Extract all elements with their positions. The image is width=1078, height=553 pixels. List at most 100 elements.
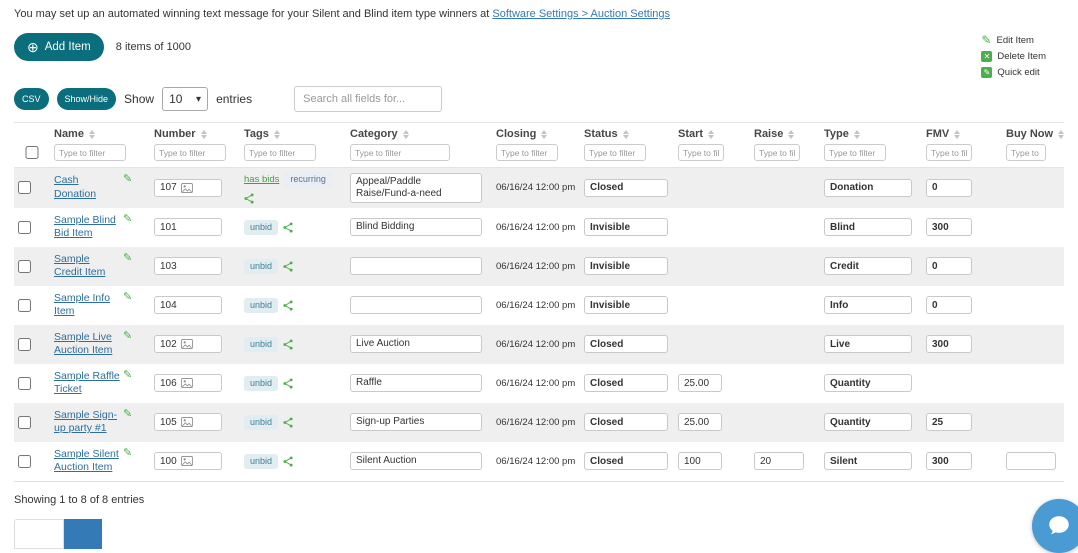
status-field[interactable]: Closed: [584, 335, 668, 354]
column-header-fmv[interactable]: FMV: [926, 128, 998, 140]
column-header-buy-now[interactable]: Buy Now: [1006, 128, 1065, 140]
row-checkbox[interactable]: [18, 259, 31, 273]
status-field[interactable]: Invisible: [584, 257, 668, 276]
row-checkbox[interactable]: [18, 181, 31, 195]
pagination-page-button[interactable]: [64, 519, 102, 549]
filter-input-category[interactable]: [350, 144, 450, 161]
status-field[interactable]: Closed: [584, 413, 668, 432]
filter-input-closing[interactable]: [496, 144, 558, 161]
status-field[interactable]: Invisible: [584, 218, 668, 237]
fmv-field[interactable]: 300: [926, 452, 972, 471]
edit-item-icon[interactable]: ✎: [123, 174, 132, 185]
fmv-field[interactable]: 25: [926, 413, 972, 432]
filter-input-buy-now[interactable]: [1006, 144, 1046, 161]
fmv-field[interactable]: 0: [926, 296, 972, 315]
item-name-link[interactable]: Sample Info Item: [54, 292, 120, 319]
type-field[interactable]: Live: [824, 335, 912, 354]
start-field[interactable]: 25.00: [678, 413, 722, 432]
column-header-number[interactable]: Number: [154, 128, 236, 140]
status-field[interactable]: Closed: [584, 452, 668, 471]
edit-item-icon[interactable]: ✎: [123, 213, 132, 225]
type-field[interactable]: Info: [824, 296, 912, 315]
column-header-raise[interactable]: Raise: [754, 128, 816, 140]
start-field[interactable]: 100: [678, 452, 722, 471]
item-name-link[interactable]: Cash Donation: [54, 174, 120, 201]
item-name-link[interactable]: Sample Blind Bid Item: [54, 214, 120, 241]
item-number-field[interactable]: 102: [154, 335, 222, 354]
filter-input-number[interactable]: [154, 144, 226, 161]
row-checkbox[interactable]: [18, 220, 31, 234]
raise-field[interactable]: 20: [754, 452, 804, 471]
column-header-start[interactable]: Start: [678, 128, 746, 140]
column-header-status[interactable]: Status: [584, 128, 670, 140]
has-bids-link[interactable]: has bids: [244, 174, 279, 185]
column-header-category[interactable]: Category: [350, 128, 488, 140]
share-icon[interactable]: [283, 378, 293, 389]
edit-item-icon[interactable]: ✎: [123, 447, 132, 459]
item-name-link[interactable]: Sample Raffle Ticket: [54, 370, 120, 397]
row-checkbox[interactable]: [18, 454, 31, 468]
type-field[interactable]: Blind: [824, 218, 912, 237]
start-field[interactable]: 25.00: [678, 374, 722, 393]
type-field[interactable]: Credit: [824, 257, 912, 276]
select-all-checkbox[interactable]: [18, 146, 46, 159]
share-icon[interactable]: [283, 417, 293, 428]
type-field[interactable]: Silent: [824, 452, 912, 471]
column-header-tags[interactable]: Tags: [244, 128, 342, 140]
row-checkbox[interactable]: [18, 376, 31, 390]
item-name-link[interactable]: Sample Credit Item: [54, 253, 120, 280]
item-name-link[interactable]: Sample Sign-up party #1: [54, 409, 120, 436]
item-number-field[interactable]: 104: [154, 296, 222, 315]
edit-item-icon[interactable]: ✎: [123, 330, 132, 342]
category-field[interactable]: [350, 257, 482, 276]
show-hide-button[interactable]: Show/Hide: [56, 88, 117, 110]
buy-now-field[interactable]: [1006, 452, 1056, 471]
item-number-field[interactable]: 101: [154, 218, 222, 237]
row-checkbox[interactable]: [18, 298, 31, 312]
edit-item-icon[interactable]: ✎: [123, 252, 132, 264]
add-item-button[interactable]: ⊕ Add Item: [14, 33, 104, 61]
item-number-field[interactable]: 105: [154, 413, 222, 432]
share-icon[interactable]: [283, 261, 293, 272]
filter-input-raise[interactable]: [754, 144, 800, 161]
auction-settings-link[interactable]: Software Settings > Auction Settings: [492, 8, 670, 20]
type-field[interactable]: Donation: [824, 178, 912, 197]
column-header-closing[interactable]: Closing: [496, 128, 576, 140]
row-checkbox[interactable]: [18, 415, 31, 429]
status-field[interactable]: Closed: [584, 374, 668, 393]
item-name-link[interactable]: Sample Silent Auction Item: [54, 448, 120, 475]
item-number-field[interactable]: 106: [154, 374, 222, 393]
pagination-previous-button[interactable]: [14, 519, 64, 549]
share-icon[interactable]: [283, 300, 293, 311]
fmv-field[interactable]: 0: [926, 257, 972, 276]
fmv-field[interactable]: 0: [926, 178, 972, 197]
category-field[interactable]: Live Auction: [350, 335, 482, 354]
category-field[interactable]: Sign-up Parties: [350, 413, 482, 432]
item-number-field[interactable]: 107: [154, 178, 222, 197]
filter-input-status[interactable]: [584, 144, 646, 161]
filter-input-type[interactable]: [824, 144, 886, 161]
category-field[interactable]: Blind Bidding: [350, 218, 482, 237]
share-icon[interactable]: [244, 193, 254, 204]
edit-item-icon[interactable]: ✎: [123, 408, 132, 420]
category-field[interactable]: [350, 296, 482, 315]
chat-launcher-button[interactable]: [1032, 499, 1078, 553]
share-icon[interactable]: [283, 222, 293, 233]
fmv-field[interactable]: 300: [926, 218, 972, 237]
share-icon[interactable]: [283, 456, 293, 467]
filter-input-fmv[interactable]: [926, 144, 972, 161]
share-icon[interactable]: [283, 339, 293, 350]
item-name-link[interactable]: Sample Live Auction Item: [54, 331, 120, 358]
row-checkbox[interactable]: [18, 337, 31, 351]
fmv-field[interactable]: 300: [926, 335, 972, 354]
filter-input-start[interactable]: [678, 144, 724, 161]
edit-item-icon[interactable]: ✎: [123, 291, 132, 303]
category-field[interactable]: Raffle: [350, 374, 482, 393]
entries-select[interactable]: 10 ▾: [162, 87, 209, 111]
search-input[interactable]: [294, 86, 443, 112]
filter-input-name[interactable]: [54, 144, 126, 161]
status-field[interactable]: Invisible: [584, 296, 668, 315]
filter-input-tags[interactable]: [244, 144, 316, 161]
type-field[interactable]: Quantity: [824, 374, 912, 393]
csv-button[interactable]: CSV: [14, 88, 49, 110]
